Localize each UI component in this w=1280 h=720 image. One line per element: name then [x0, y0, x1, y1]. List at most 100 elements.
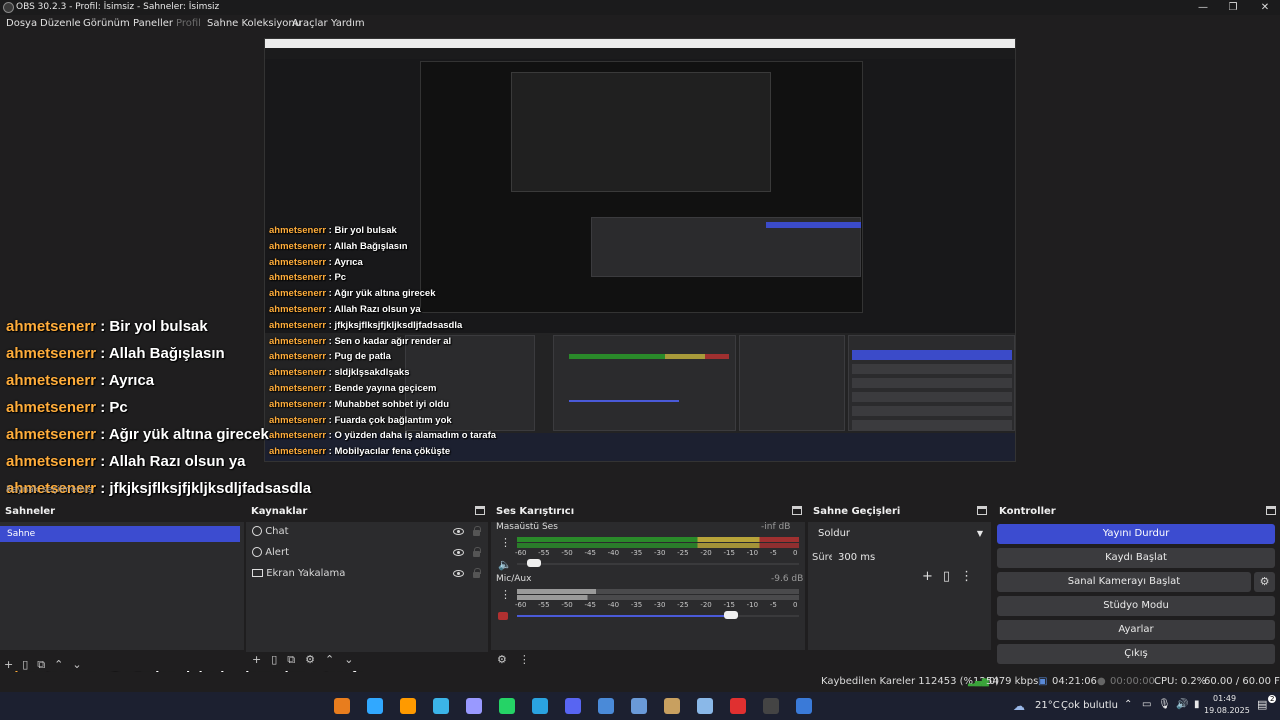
- menu-paneller[interactable]: Paneller: [133, 15, 173, 32]
- taskbar-apps: [0, 692, 1000, 720]
- preview-chat-message: ahmetsenerr : Bir yol bulsak: [269, 225, 397, 236]
- gear-icon[interactable]: ⚙: [305, 653, 325, 666]
- float-icon[interactable]: [977, 506, 987, 515]
- preview-chat-message: ahmetsenerr : Ağır yük altına girecek: [269, 288, 436, 299]
- preview-chat-overlay: ahmetsenerr : Bir yol bulsak ahmetsenerr …: [265, 39, 1015, 461]
- notification-icon[interactable]: ▤: [1257, 698, 1267, 711]
- menu-dots-icon[interactable]: ⋮: [500, 536, 511, 549]
- monitor-icon[interactable]: [598, 698, 614, 714]
- temperature: 21°C: [1035, 700, 1060, 711]
- preview-chat-message: ahmetsenerr : Fuarda çok bağlantım yok: [269, 415, 452, 426]
- down-arrow-icon[interactable]: ⌄: [344, 653, 363, 666]
- float-icon[interactable]: [1266, 506, 1276, 515]
- menu-sahne-koleksiyonu[interactable]: Sahne Koleksiyonu: [207, 15, 301, 32]
- menu-araclar[interactable]: Araçlar: [292, 15, 328, 32]
- menu-duzenle[interactable]: Düzenle: [40, 15, 81, 32]
- telegram-icon[interactable]: [532, 698, 548, 714]
- up-arrow-icon[interactable]: ⌃: [325, 653, 344, 666]
- float-icon[interactable]: [475, 506, 485, 515]
- down-arrow-icon[interactable]: ⌄: [72, 658, 90, 671]
- add-icon[interactable]: +: [922, 569, 943, 584]
- float-icon[interactable]: [792, 506, 802, 515]
- files-icon[interactable]: [664, 698, 680, 714]
- blender-icon[interactable]: [334, 698, 350, 714]
- scenes-toolbar: +▯⧉⌃⌄: [4, 658, 91, 672]
- trash-icon[interactable]: ▯: [943, 569, 960, 584]
- calculator-icon[interactable]: [631, 698, 647, 714]
- muted-speaker-icon[interactable]: [498, 612, 508, 620]
- ps-icon[interactable]: [367, 698, 383, 714]
- close-button[interactable]: ✕: [1250, 0, 1280, 15]
- settings-button[interactable]: Ayarlar: [997, 620, 1275, 640]
- chevron-up-icon[interactable]: ⌃: [1124, 699, 1132, 710]
- transition-type: Soldur: [818, 528, 851, 539]
- menu-bar: Dosya Düzenle Görünüm Paneller Profil Sa…: [0, 15, 1280, 32]
- preview-chat-message: ahmetsenerr : Allah Razı olsun ya: [269, 304, 421, 315]
- lock-icon[interactable]: [473, 526, 481, 536]
- image-icon[interactable]: [796, 698, 812, 714]
- source-item-chat[interactable]: Chat: [252, 522, 484, 542]
- lock-icon[interactable]: [473, 547, 481, 557]
- source-item-ekran-yakalama[interactable]: Ekran Yakalama: [252, 564, 484, 584]
- preview-chat-message: ahmetsenerr : Allah Bağışlasın: [269, 241, 408, 252]
- duration-spinbox[interactable]: 300 ms: [832, 549, 987, 567]
- trash-icon[interactable]: ▯: [22, 658, 37, 671]
- menu-dots-icon[interactable]: ⋮: [519, 653, 542, 666]
- menu-dosya[interactable]: Dosya: [6, 15, 37, 32]
- volume-slider-handle[interactable]: [724, 611, 739, 619]
- up-arrow-icon[interactable]: ⌃: [54, 658, 72, 671]
- program-preview[interactable]: ahmetsenerr : Bir yol bulsak ahmetsenerr …: [264, 38, 1016, 462]
- transitions-dock: Sahne Geçişleri Soldur ▼ Süre 300 ms +▯⋮: [808, 502, 991, 671]
- notification-badge: 2: [1268, 695, 1277, 703]
- start-recording-button[interactable]: Kaydı Başlat: [997, 548, 1275, 568]
- ae-icon[interactable]: [466, 698, 482, 714]
- chat-username: ahmetsenerr: [269, 383, 327, 394]
- lock-icon[interactable]: [473, 568, 481, 578]
- menu-gorunum[interactable]: Görünüm: [83, 15, 130, 32]
- trash-icon[interactable]: ▯: [271, 653, 287, 666]
- menu-dots-icon[interactable]: ⋮: [500, 588, 511, 601]
- start-virtual-camera-button[interactable]: Sanal Kamerayı Başlat: [997, 572, 1251, 592]
- cloud-icon[interactable]: [697, 698, 713, 714]
- source-item-alert[interactable]: Alert: [252, 543, 484, 563]
- volume-slider-track[interactable]: [517, 563, 799, 565]
- meter-tick-label: -15: [723, 549, 735, 557]
- eye-icon[interactable]: [453, 549, 464, 556]
- globe-icon: [252, 547, 262, 557]
- fps: 60.00 / 60.00 FPS: [1204, 676, 1280, 687]
- studio-mode-button[interactable]: Stüdyo Modu: [997, 596, 1275, 616]
- mic-icon[interactable]: 🎙: [1158, 699, 1171, 710]
- channel-db: -9.6 dB: [771, 574, 804, 584]
- filter-icon[interactable]: ⧉: [287, 653, 305, 666]
- eye-icon[interactable]: [453, 528, 464, 535]
- add-icon[interactable]: +: [252, 653, 271, 666]
- duration-value: 300 ms: [838, 552, 876, 563]
- volume-slider-handle[interactable]: [527, 559, 542, 567]
- transition-select[interactable]: Soldur ▼: [812, 524, 987, 544]
- network-icon[interactable]: ▭: [1142, 699, 1151, 710]
- discord-icon[interactable]: [565, 698, 581, 714]
- chat-username: ahmetsenerr: [269, 288, 327, 300]
- scene-item-sahne[interactable]: Sahne: [0, 526, 240, 542]
- menu-profil[interactable]: Profil: [176, 15, 201, 32]
- exit-button[interactable]: Çıkış: [997, 644, 1275, 664]
- filter-icon[interactable]: ⧉: [37, 658, 54, 671]
- menu-dots-icon[interactable]: ⋮: [960, 569, 983, 584]
- menu-yardim[interactable]: Yardım: [331, 15, 365, 32]
- lrc-icon[interactable]: [433, 698, 449, 714]
- gear-icon[interactable]: ⚙: [1254, 572, 1275, 592]
- whatsapp-icon[interactable]: [499, 698, 515, 714]
- speaker-icon[interactable]: 🔈: [498, 558, 512, 571]
- eye-icon[interactable]: [453, 570, 464, 577]
- restore-button[interactable]: ❐: [1218, 0, 1248, 15]
- opera-icon[interactable]: [730, 698, 746, 714]
- stop-streaming-button[interactable]: Yayını Durdur: [997, 524, 1275, 544]
- add-icon[interactable]: +: [4, 658, 22, 671]
- minimize-button[interactable]: —: [1188, 0, 1218, 15]
- battery-icon[interactable]: ▮: [1194, 699, 1200, 710]
- obs-icon[interactable]: [763, 698, 779, 714]
- volume-icon[interactable]: 🔊: [1176, 699, 1188, 710]
- gear-icon[interactable]: ⚙: [497, 653, 519, 666]
- ai-icon[interactable]: [400, 698, 416, 714]
- chat-username: ahmetsenerr: [269, 398, 327, 410]
